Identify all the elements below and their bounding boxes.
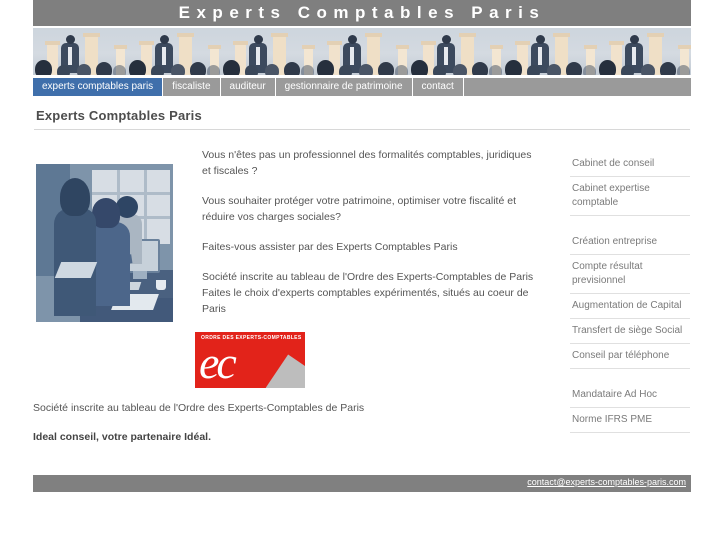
banner-tile [503, 28, 597, 75]
sidebar-item-creation-entreprise[interactable]: Création entreprise [570, 230, 690, 255]
slogan-text: Ideal conseil, votre partenaire Idéal. [33, 431, 211, 443]
sidebar-item-cabinet-expertise-comptable[interactable]: Cabinet expertise comptable [570, 177, 690, 216]
intro-paragraph-2: Vous souhaiter protéger votre patrimoine… [202, 195, 516, 223]
intro-paragraph-3: Faites-vous assister par des Experts Com… [202, 241, 458, 253]
sidebar-item-augmentation-de-capital[interactable]: Augmentation de Capital [570, 294, 690, 319]
intro-copy: Vous n'êtes pas un professionnel des for… [202, 147, 538, 331]
office-team-illustration [36, 164, 173, 322]
sidebar-links: Cabinet de conseil Cabinet expertise com… [570, 152, 690, 433]
nav-item-fiscaliste[interactable]: fiscaliste [163, 78, 221, 96]
site-title-band: Experts Comptables Paris [33, 0, 691, 26]
ordre-experts-comptables-logo: ORDRE DES EXPERTS-COMPTABLES ec [195, 332, 305, 388]
logo-monogram: ec [199, 337, 237, 388]
logo-corner-shape [265, 354, 305, 388]
banner-tile [597, 28, 691, 75]
nav-item-experts-comptables-paris[interactable]: experts comptables paris [33, 78, 164, 96]
footer-email-link[interactable]: contact@experts-comptables-paris.com [527, 477, 686, 487]
sidebar-item-cabinet-de-conseil[interactable]: Cabinet de conseil [570, 152, 690, 177]
sidebar-item-compte-resultat-previsionnel[interactable]: Compte résultat previsionnel [570, 255, 690, 294]
sidebar-item-conseil-par-telephone[interactable]: Conseil par téléphone [570, 344, 690, 369]
nav-item-auditeur[interactable]: auditeur [221, 78, 276, 96]
sidebar-item-transfert-de-siege-social[interactable]: Transfert de siège Social [570, 319, 690, 344]
intro-paragraph-1: Vous n'êtes pas un professionnel des for… [202, 149, 532, 177]
banner-tile [315, 28, 409, 75]
banner-tile [127, 28, 221, 75]
page-root: Experts Comptables Paris experts comptab… [0, 0, 727, 545]
footer-bar: contact@experts-comptables-paris.com [33, 475, 691, 492]
main-navigation: experts comptables paris fiscaliste audi… [33, 78, 691, 96]
header-banner-image [33, 28, 691, 75]
sidebar-item-norme-ifrs-pme[interactable]: Norme IFRS PME [570, 408, 690, 433]
sidebar-item-mandataire-ad-hoc[interactable]: Mandataire Ad Hoc [570, 383, 690, 408]
banner-tile [221, 28, 315, 75]
registration-note: Société inscrite au tableau de l'Ordre d… [33, 402, 365, 414]
nav-item-contact[interactable]: contact [413, 78, 464, 96]
title-divider [34, 129, 690, 130]
page-title: Experts Comptables Paris [36, 108, 202, 123]
nav-item-gestionnaire-de-patrimoine[interactable]: gestionnaire de patrimoine [276, 78, 413, 96]
banner-tile [409, 28, 503, 75]
banner-tile-strip [33, 28, 691, 75]
banner-tile [33, 28, 127, 75]
intro-paragraph-4: Société inscrite au tableau de l'Ordre d… [202, 271, 534, 315]
